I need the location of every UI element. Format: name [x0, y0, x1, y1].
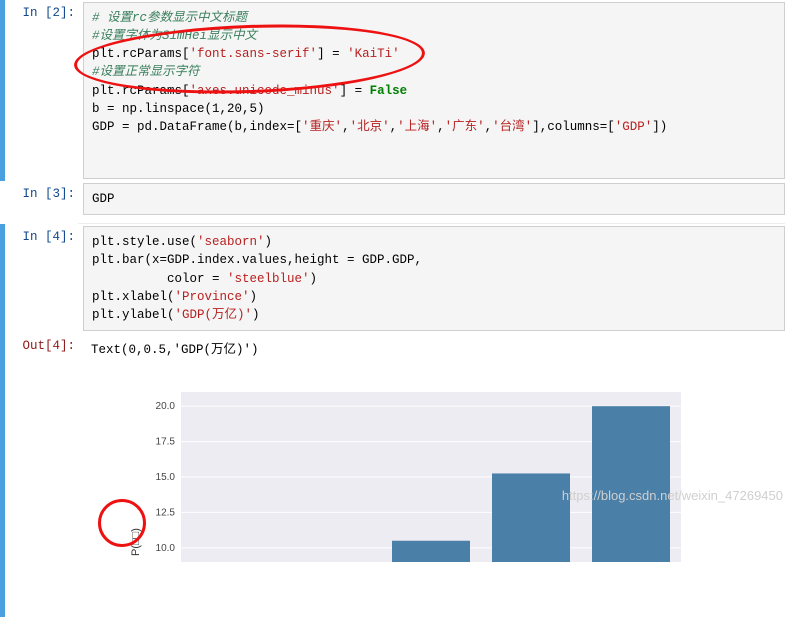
code: , — [437, 120, 445, 134]
svg-text:15.0: 15.0 — [156, 472, 176, 483]
output-cell-4-chart: 10.012.515.017.520.0P(□□) — [0, 367, 795, 617]
code: , — [342, 120, 350, 134]
code: plt.ylabel( — [92, 308, 175, 322]
code: ]) — [652, 120, 667, 134]
code: ) — [265, 235, 273, 249]
string: '广东' — [445, 120, 485, 134]
out-prompt: Out[4]: — [5, 335, 83, 365]
string: '台湾' — [492, 120, 532, 134]
svg-text:12.5: 12.5 — [156, 508, 176, 519]
string: 'GDP' — [615, 120, 653, 134]
code: plt.xlabel( — [92, 290, 175, 304]
annotation-circle — [98, 499, 146, 547]
in-prompt: In [3]: — [5, 183, 83, 215]
out-prompt-blank — [5, 369, 83, 616]
code-input[interactable]: GDP — [83, 183, 785, 215]
code: ],columns=[ — [532, 120, 615, 134]
code: color = — [92, 272, 227, 286]
code: , — [390, 120, 398, 134]
code: b = np.linspace( — [92, 102, 212, 116]
code: GDP = pd.DataFrame(b,index=[ — [92, 120, 302, 134]
string: '重庆' — [302, 120, 342, 134]
code: 1,20,5 — [212, 102, 257, 116]
code-input[interactable]: # 设置rc参数显示中文标题 #设置字体为SimHei显示中文 plt.rcPa… — [83, 2, 785, 179]
code: ) — [257, 102, 265, 116]
code: ) — [252, 308, 260, 322]
comment: # 设置rc参数显示中文标题 — [92, 11, 247, 25]
code-input[interactable]: plt.style.use('seaborn') plt.bar(x=GDP.i… — [83, 226, 785, 331]
in-prompt: In [2]: — [5, 2, 83, 179]
code: ) — [250, 290, 258, 304]
code-cell-4[interactable]: In [4]: plt.style.use('seaborn') plt.bar… — [0, 224, 795, 333]
string: '北京' — [350, 120, 390, 134]
code: GDP — [92, 192, 115, 206]
output-text: Text(0,0.5,'GDP(万亿)') — [83, 335, 785, 365]
code: plt.style.use( — [92, 235, 197, 249]
in-prompt: In [4]: — [5, 226, 83, 331]
string: 'GDP(万亿)' — [175, 308, 253, 322]
code: ] = — [340, 84, 370, 98]
svg-text:20.0: 20.0 — [156, 401, 176, 412]
svg-text:17.5: 17.5 — [156, 437, 176, 448]
keyword: False — [370, 84, 408, 98]
code-cell-2[interactable]: In [2]: # 设置rc参数显示中文标题 #设置字体为SimHei显示中文 … — [0, 0, 795, 181]
string: '上海' — [397, 120, 437, 134]
svg-text:10.0: 10.0 — [156, 543, 176, 554]
bar-chart: 10.012.515.017.520.0P(□□) — [121, 387, 691, 567]
output-cell-4-text: Out[4]: Text(0,0.5,'GDP(万亿)') — [0, 333, 795, 367]
code-cell-3[interactable]: In [3]: GDP — [0, 181, 795, 217]
string: 'Province' — [175, 290, 250, 304]
string: 'seaborn' — [197, 235, 265, 249]
code: plt.bar(x=GDP.index.values,height = GDP.… — [92, 253, 422, 267]
string: 'steelblue' — [227, 272, 310, 286]
code: ) — [310, 272, 318, 286]
